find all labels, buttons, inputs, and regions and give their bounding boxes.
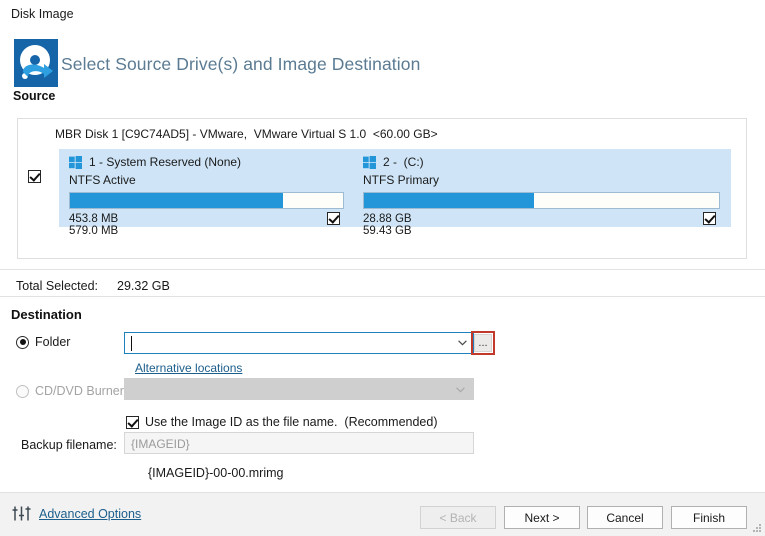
destination-heading: Destination	[11, 307, 82, 322]
backup-filename-input[interactable]: {IMAGEID}	[124, 432, 474, 454]
partition-total-size: 579.0 MB	[69, 225, 119, 237]
radio-glyph	[16, 384, 29, 398]
checkbox-glyph	[126, 415, 139, 429]
checkbox-glyph	[28, 170, 41, 183]
partition-filesystem: NTFS Primary	[363, 173, 439, 187]
chevron-down-icon	[456, 387, 465, 393]
partition-name: 1 - System Reserved (None)	[89, 155, 242, 169]
filename-preview: {IMAGEID}-00-00.mrimg	[148, 466, 284, 480]
partition-card[interactable]: 2 - (C:) NTFS Primary 28.88 GB 59.43 GB	[353, 149, 731, 237]
cancel-button[interactable]: Cancel	[587, 506, 663, 529]
disk-select-checkbox[interactable]	[28, 170, 42, 184]
partition-card[interactable]: 1 - System Reserved (None) NTFS Active 4…	[59, 149, 355, 237]
cddvd-burner-combobox	[124, 378, 474, 400]
source-label: Source	[13, 89, 56, 103]
hard-disk-backup-icon	[13, 38, 61, 90]
back-button[interactable]: < Back	[420, 506, 496, 529]
partition-usage-fill	[364, 193, 535, 208]
checkbox-glyph	[703, 212, 716, 225]
windows-logo-icon	[69, 155, 82, 169]
total-selected-row: Total Selected: 29.32 GB	[0, 275, 765, 301]
folder-radio-label: Folder	[35, 335, 71, 349]
page-title: Select Source Drive(s) and Image Destina…	[61, 54, 421, 74]
alternative-locations-link[interactable]: Alternative locations	[135, 361, 242, 375]
chevron-down-icon[interactable]	[458, 340, 467, 346]
total-selected-value: 29.32 GB	[117, 279, 170, 293]
page-header: Source Select Source Drive(s) and Image …	[0, 30, 765, 110]
finish-button[interactable]: Finish	[671, 506, 747, 529]
sliders-icon	[12, 506, 31, 521]
browse-folder-button[interactable]: ...	[474, 334, 492, 352]
partition-filesystem: NTFS Active	[69, 173, 136, 187]
checkbox-glyph	[327, 212, 340, 225]
partition-total-size: 59.43 GB	[363, 225, 412, 237]
use-image-id-checkbox[interactable]: Use the Image ID as the file name. (Reco…	[126, 415, 438, 429]
advanced-options-link[interactable]: Advanced Options	[12, 504, 141, 523]
resize-grip[interactable]	[752, 523, 762, 533]
partition-usage-fill	[70, 193, 283, 208]
next-button[interactable]: Next >	[504, 506, 580, 529]
disk-title: MBR Disk 1 [C9C74AD5] - VMware, VMware V…	[55, 127, 438, 141]
folder-path-combobox[interactable]	[124, 332, 474, 354]
partition-used-size: 453.8 MB	[69, 213, 119, 225]
partition-usage-bar	[69, 192, 344, 209]
radio-glyph	[16, 335, 29, 349]
text-cursor	[131, 336, 132, 351]
divider	[0, 296, 765, 297]
divider	[0, 269, 765, 270]
use-image-id-label: Use the Image ID as the file name. (Reco…	[145, 415, 438, 429]
source-disk-panel: MBR Disk 1 [C9C74AD5] - VMware, VMware V…	[17, 118, 747, 259]
cddvd-burner-radio[interactable]: CD/DVD Burner	[16, 384, 124, 398]
backup-filename-label: Backup filename:	[21, 438, 117, 452]
partition-used-size: 28.88 GB	[363, 213, 412, 225]
advanced-options-label: Advanced Options	[39, 506, 142, 521]
partition-usage-bar	[363, 192, 720, 209]
partition-select-checkbox[interactable]	[327, 212, 340, 228]
partition-header: 1 - System Reserved (None)	[69, 155, 241, 169]
folder-radio[interactable]: Folder	[16, 335, 70, 349]
partition-name: 2 - (C:)	[383, 155, 424, 169]
total-selected-label: Total Selected:	[16, 279, 98, 293]
partition-select-checkbox[interactable]	[703, 212, 716, 228]
backup-filename-value: {IMAGEID}	[131, 437, 190, 451]
windows-logo-icon	[363, 155, 376, 169]
window-title: Disk Image	[11, 7, 74, 21]
partition-header: 2 - (C:)	[363, 155, 424, 169]
cddvd-burner-radio-label: CD/DVD Burner	[35, 384, 124, 398]
title-bar: Disk Image	[0, 0, 765, 30]
